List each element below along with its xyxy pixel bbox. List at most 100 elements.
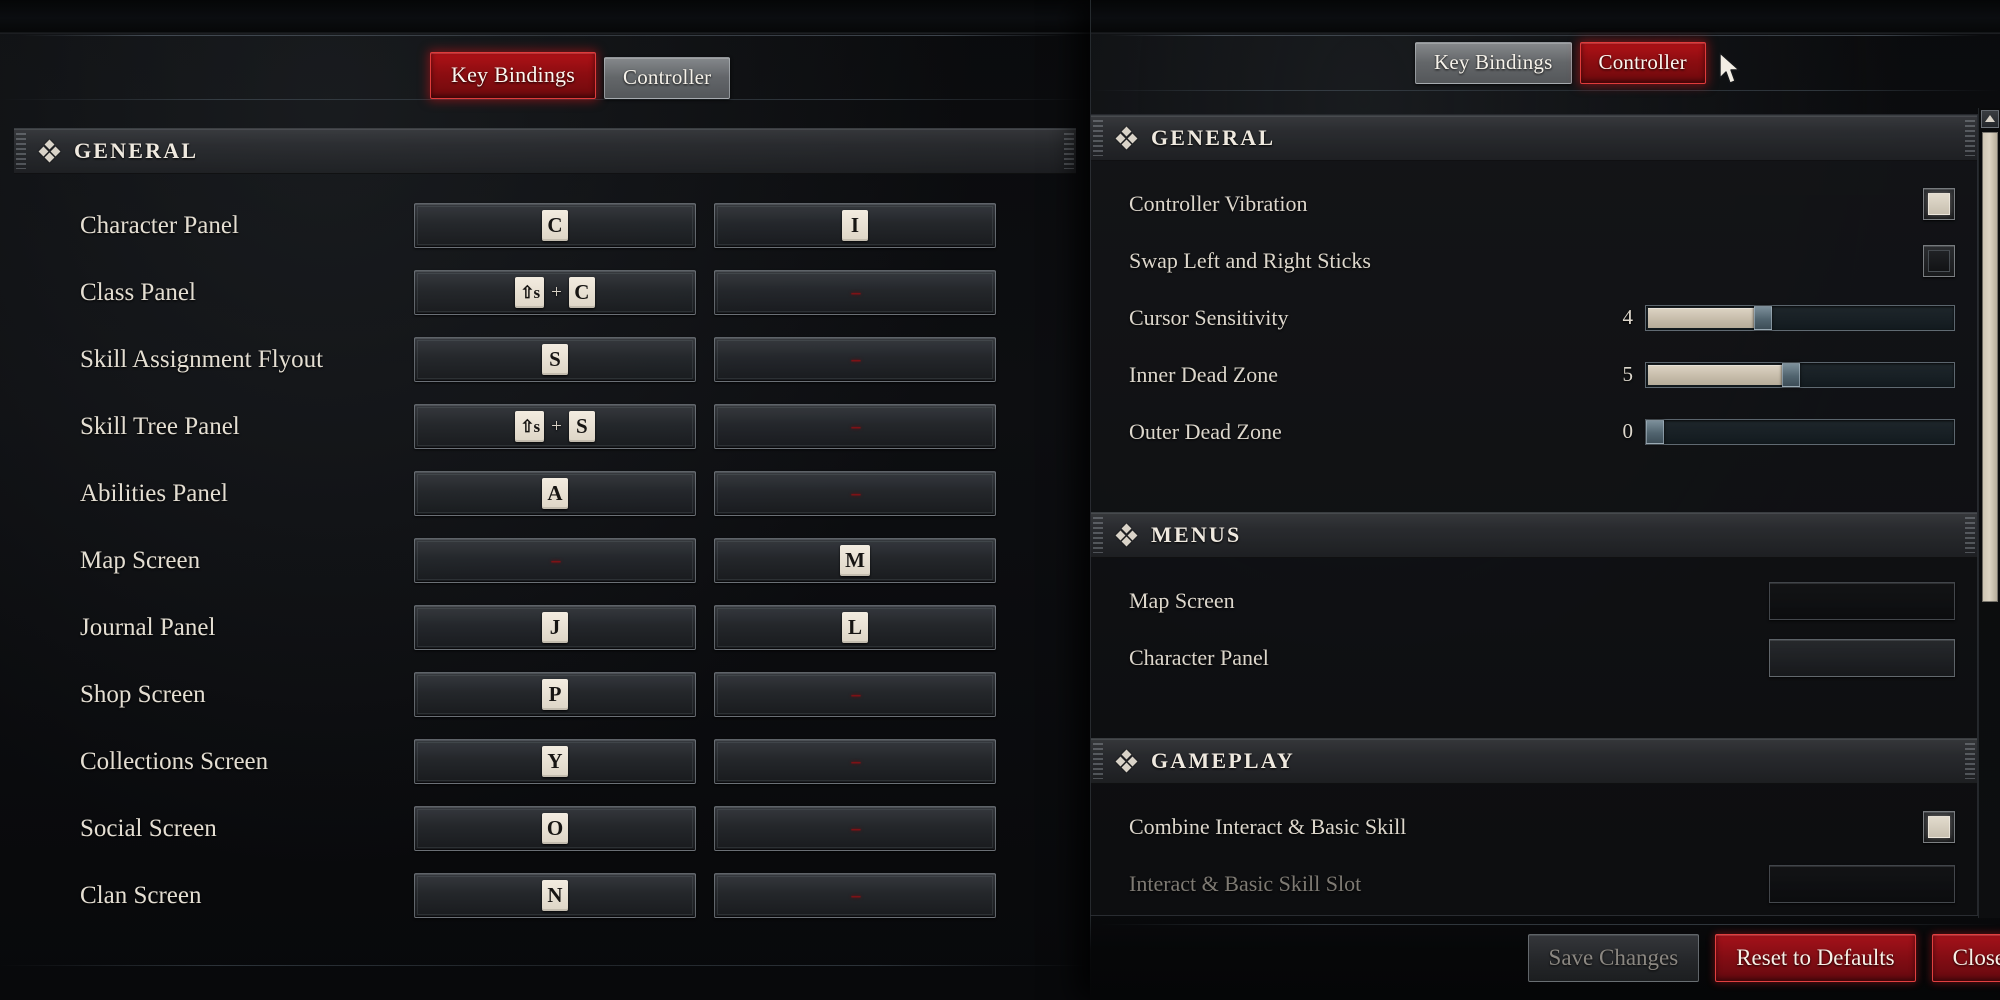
tab-key-bindings[interactable]: Key Bindings: [430, 52, 597, 99]
key-binding-row: Skill Assignment Flyout S --: [14, 326, 1076, 393]
keycap: I: [842, 210, 868, 241]
unbound-indicator: --: [850, 281, 862, 303]
settings-screen: Key Bindings Controller GENERAL Characte…: [0, 0, 2000, 1000]
setting-label: Interact & Basic Skill Slot: [1129, 870, 1362, 896]
keycap: S: [542, 344, 568, 375]
slider-group: 5: [1609, 361, 1955, 388]
key-binding-slot-secondary[interactable]: L: [714, 605, 996, 650]
slider-group: 4: [1609, 304, 1955, 331]
section-title: GENERAL: [74, 138, 199, 163]
tab-key-bindings-right[interactable]: Key Bindings: [1415, 42, 1572, 84]
setting-label: Inner Dead Zone: [1129, 361, 1279, 387]
controller-setting-row: Inner Dead Zone 5: [1091, 346, 1977, 403]
key-binding-row: Map Screen -- M: [14, 527, 1076, 594]
key-binding-slot-primary[interactable]: O: [414, 806, 696, 851]
chevron-up-icon[interactable]: [1981, 110, 1999, 128]
keycap: ⇧s: [515, 277, 545, 308]
setting-label: Map Screen: [1129, 587, 1235, 613]
key-binding-slot-secondary[interactable]: M: [714, 538, 996, 583]
setting-checkbox[interactable]: [1923, 244, 1955, 277]
tab-controller[interactable]: Controller: [604, 57, 731, 99]
controller-setting-row: Outer Dead Zone 0: [1091, 403, 1977, 460]
setting-label: Character Panel: [1129, 644, 1269, 670]
controller-setting-row: Character Panel: [1091, 629, 1977, 686]
slider-handle[interactable]: [1646, 419, 1664, 444]
controller-binding-box[interactable]: [1769, 638, 1955, 677]
key-binding-row: Character Panel C I: [14, 192, 1076, 259]
slider-handle[interactable]: [1781, 362, 1800, 387]
key-binding-action-label: Abilities Panel: [80, 479, 228, 507]
key-binding-slot-primary[interactable]: ⇧s + S: [414, 404, 696, 449]
key-binding-slot-primary[interactable]: ⇧s + C: [414, 270, 696, 315]
section-header-general: GENERAL: [14, 128, 1076, 174]
key-binding-slot-primary[interactable]: S: [414, 337, 696, 382]
slider-group: 0: [1609, 418, 1955, 445]
key-binding-slot-primary[interactable]: C: [414, 203, 696, 248]
key-binding-slot-secondary[interactable]: --: [714, 739, 996, 784]
plus-separator: +: [551, 281, 562, 303]
checkbox-inner: [1928, 815, 1950, 838]
keycap: M: [840, 545, 870, 576]
section-title: GENERAL: [1151, 125, 1276, 150]
key-binding-row: Skill Tree Panel ⇧s + S --: [14, 393, 1076, 460]
controller-binding-box[interactable]: [1769, 864, 1955, 903]
controller-setting-row: Map Screen: [1091, 572, 1977, 629]
controller-binding-box[interactable]: [1769, 581, 1955, 620]
window-top-frame-right: [1091, 0, 2000, 36]
close-button[interactable]: Close: [1931, 934, 2000, 982]
key-binding-slot-secondary[interactable]: --: [714, 471, 996, 516]
keycap: L: [842, 612, 868, 643]
key-binding-slot-secondary[interactable]: --: [714, 404, 996, 449]
key-bindings-body: GENERAL Character Panel C I Class Panel ⇧s + C…: [14, 128, 1076, 988]
save-changes-button[interactable]: Save Changes: [1527, 934, 1700, 982]
keycap: P: [542, 679, 568, 710]
vertical-scrollbar[interactable]: [1978, 108, 2000, 918]
key-binding-action-label: Journal Panel: [80, 613, 216, 641]
key-binding-row: Journal Panel J L: [14, 594, 1076, 661]
key-binding-slot-primary[interactable]: --: [414, 538, 696, 583]
controller-rows: Controller Vibration Swap Left and Right …: [1091, 161, 1977, 486]
controller-setting-row: Cursor Sensitivity 4: [1091, 289, 1977, 346]
controller-setting-row: Combine Interact & Basic Skill: [1091, 798, 1977, 855]
key-binding-action-label: Map Screen: [80, 546, 201, 574]
reset-to-defaults-button[interactable]: Reset to Defaults: [1715, 934, 1916, 982]
keycap: O: [541, 813, 569, 844]
key-binding-slot-secondary[interactable]: --: [714, 672, 996, 717]
key-binding-row: Clan Screen N --: [14, 862, 1076, 929]
slider-handle[interactable]: [1754, 305, 1773, 330]
slider-value-label: 4: [1622, 305, 1634, 329]
right-tab-bar: Key Bindings Controller: [1415, 42, 1706, 84]
setting-slider[interactable]: [1645, 361, 1955, 388]
section-header-gameplay: GAMEPLAY: [1091, 738, 1977, 784]
section-title: GAMEPLAY: [1151, 748, 1295, 773]
setting-slider[interactable]: [1645, 418, 1955, 445]
key-binding-action-label: Skill Assignment Flyout: [80, 345, 324, 373]
controller-section-gameplay: GAMEPLAY Combine Interact & Basic Skill In…: [1091, 738, 1977, 915]
slider-value-label: 5: [1622, 362, 1634, 386]
key-binding-slot-primary[interactable]: N: [414, 873, 696, 918]
tab-controller-right[interactable]: Controller: [1579, 42, 1706, 84]
section-header-general: GENERAL: [1091, 115, 1977, 161]
setting-checkbox[interactable]: [1923, 187, 1955, 220]
key-binding-slot-secondary[interactable]: --: [714, 873, 996, 918]
keycap: A: [542, 478, 568, 509]
unbound-indicator: --: [550, 549, 562, 571]
setting-slider[interactable]: [1645, 304, 1955, 331]
setting-label: Combine Interact & Basic Skill: [1129, 813, 1407, 839]
scrollbar-thumb[interactable]: [1982, 132, 1998, 602]
key-binding-slot-primary[interactable]: P: [414, 672, 696, 717]
key-binding-slot-secondary[interactable]: --: [714, 270, 996, 315]
key-binding-action-label: Clan Screen: [80, 881, 202, 909]
window-hairline-right: [1091, 90, 2000, 91]
key-binding-slot-primary[interactable]: J: [414, 605, 696, 650]
slider-fill: [1648, 307, 1764, 328]
key-binding-slot-secondary[interactable]: --: [714, 806, 996, 851]
key-binding-slot-primary[interactable]: A: [414, 471, 696, 516]
slider-fill: [1648, 364, 1791, 385]
setting-checkbox[interactable]: [1923, 810, 1955, 843]
key-binding-slot-primary[interactable]: Y: [414, 739, 696, 784]
key-binding-slot-secondary[interactable]: I: [714, 203, 996, 248]
key-binding-slot-secondary[interactable]: --: [714, 337, 996, 382]
